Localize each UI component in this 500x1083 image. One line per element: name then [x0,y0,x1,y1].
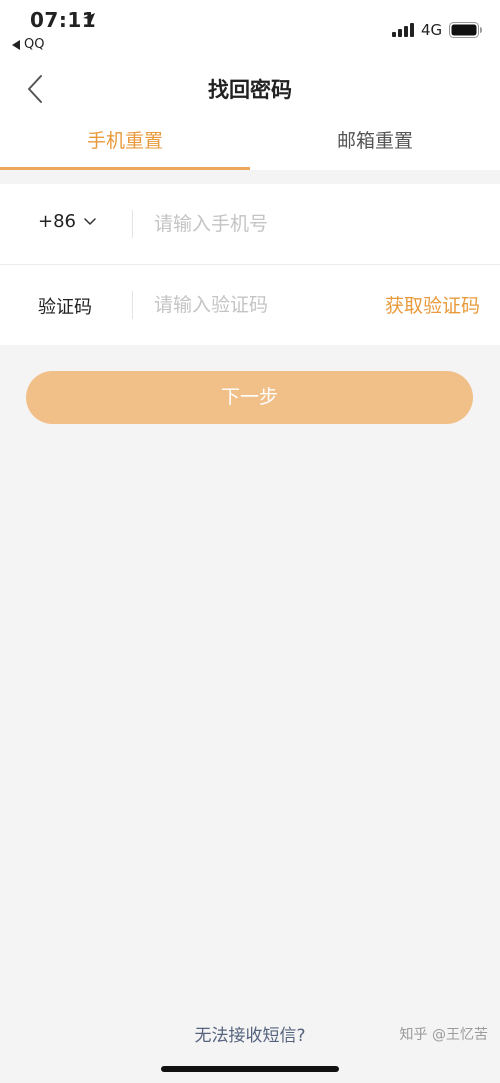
code-label: 验证码 [38,297,92,318]
back-app-label: QQ [24,37,45,52]
chevron-down-icon [84,217,96,225]
status-bar: 07:11 QQ 4G [0,0,500,60]
tab-label: 手机重置 [86,130,163,152]
page-title: 找回密码 [208,78,292,102]
active-tab-indicator [0,167,250,170]
network-type: 4G [421,21,443,39]
back-to-app-link[interactable]: QQ [12,37,44,52]
back-triangle-icon [12,39,20,50]
field-divider [132,210,133,238]
home-indicator[interactable] [161,1066,339,1072]
phone-row: +86 [0,184,500,264]
field-divider [132,291,133,319]
code-row: 验证码 获取验证码 [0,264,500,345]
get-code-button[interactable]: 获取验证码 [385,291,480,318]
tab-email-reset[interactable]: 邮箱重置 [250,118,500,170]
next-step-button[interactable]: 下一步 [26,371,473,424]
navigation-bar: 找回密码 [0,60,500,118]
tab-phone-reset[interactable]: 手机重置 [0,118,250,170]
battery-icon [449,22,482,38]
verification-code-input[interactable] [154,289,354,321]
tab-label: 邮箱重置 [336,130,413,152]
watermark: 知乎 @王忆苦 [399,1027,488,1043]
location-arrow-icon [83,13,95,25]
reset-form: +86 验证码 获取验证码 [0,184,500,345]
country-code-selector[interactable]: +86 [38,211,96,232]
country-code-value: +86 [38,211,76,232]
phone-input[interactable] [154,208,474,240]
reset-method-tabs: 手机重置 邮箱重置 [0,118,500,170]
signal-icon [392,23,414,37]
